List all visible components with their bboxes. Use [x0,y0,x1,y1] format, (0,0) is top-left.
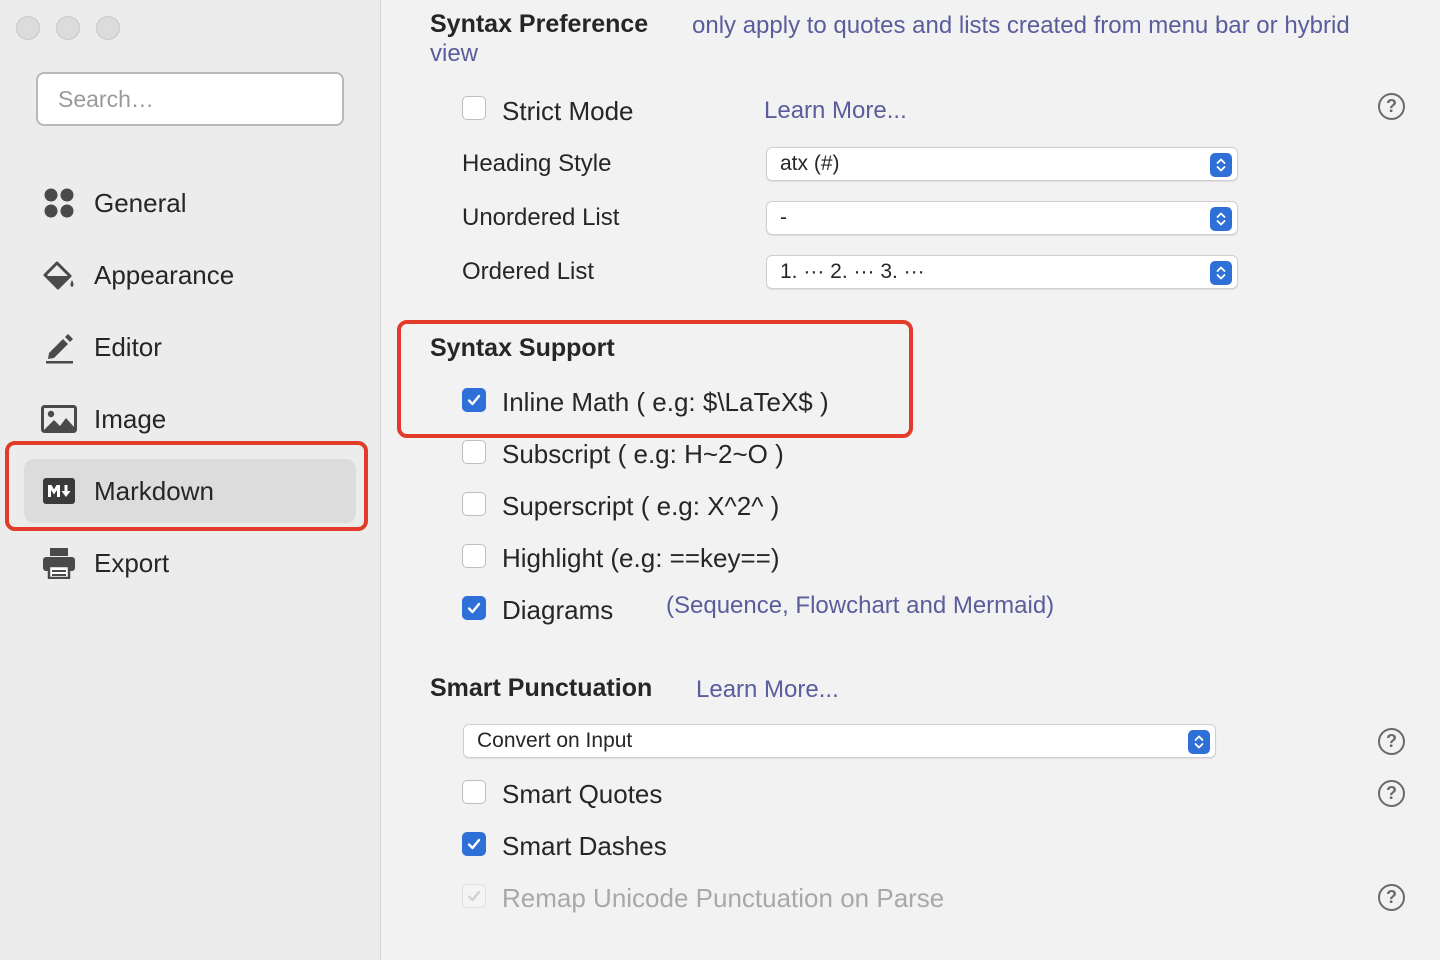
superscript-checkbox[interactable] [462,492,486,516]
smart-quotes-label: Smart Quotes [502,779,663,809]
chevron-updown-icon [1210,261,1232,285]
diagrams-note: (Sequence, Flowchart and Mermaid) [666,592,1055,619]
chevron-updown-icon [1188,730,1210,754]
sidebar-item-label: Export [94,547,170,578]
diagrams-label: Diagrams [502,595,614,625]
smart-punctuation-mode-value: Convert on Input [477,729,633,752]
smart-dashes-checkbox[interactable] [462,832,486,856]
minimize-window-button[interactable] [56,16,80,40]
sidebar-item-editor[interactable]: Editor [24,315,356,379]
ordered-list-value: 1. ··· 2. ··· 3. ··· [780,260,925,283]
sidebar-item-label: Editor [94,331,162,362]
strict-mode-checkbox[interactable] [462,96,486,120]
unordered-list-value: - [780,206,787,229]
smart-quotes-help-icon[interactable]: ? [1378,780,1405,807]
remap-unicode-checkbox [462,884,486,908]
checkmark-icon [467,838,481,850]
smart-punctuation-help-icon[interactable]: ? [1378,728,1405,755]
smart-punctuation-learn-more-link[interactable]: Learn More... [696,676,839,704]
sidebar-item-label: Image [94,403,167,434]
inline-math-checkbox[interactable] [462,388,486,412]
subscript-label: Subscript ( e.g: H~2~O ) [502,439,784,469]
sidebar-item-appearance[interactable]: Appearance [24,243,356,307]
search-input[interactable] [36,72,344,126]
smart-punctuation-mode-select[interactable]: Convert on Input [463,724,1216,758]
checkmark-icon [467,394,481,406]
markdown-settings-panel: Syntax Preference only apply to quotes a… [382,0,1440,960]
checkmark-icon [467,890,481,902]
strict-mode-learn-more-link[interactable]: Learn More... [764,97,907,125]
sidebar-item-general[interactable]: General [24,171,356,235]
pencil-icon [24,330,94,364]
remap-unicode-label: Remap Unicode Punctuation on Parse [502,883,945,913]
heading-style-label: Heading Style [462,150,612,177]
heading-style-value: atx (#) [780,152,840,175]
printer-icon [24,547,94,579]
strict-mode-help-icon[interactable]: ? [1378,93,1405,120]
syntax-preference-note: only apply to quotes and lists created f… [692,12,1350,39]
ordered-list-label: Ordered List [462,258,595,285]
chevron-updown-icon [1210,207,1232,231]
image-icon [24,405,94,433]
highlight-label: Highlight (e.g: ==key==) [502,543,780,573]
checkmark-icon [467,602,481,614]
diagrams-checkbox[interactable] [462,596,486,620]
smart-dashes-label: Smart Dashes [502,831,667,861]
unordered-list-label: Unordered List [462,204,620,231]
syntax-preference-note-cont: view [430,40,479,67]
chevron-updown-icon [1210,153,1232,177]
sidebar-item-label: General [94,187,187,218]
sidebar: General Appearance Editor Image Markdown… [0,0,381,960]
close-window-button[interactable] [16,16,40,40]
zoom-window-button[interactable] [96,16,120,40]
remap-unicode-help-icon[interactable]: ? [1378,884,1405,911]
strict-mode-label: Strict Mode [502,96,634,126]
syntax-support-title: Syntax Support [430,334,615,362]
unordered-list-select[interactable]: - [766,201,1238,235]
window-controls [16,16,120,40]
sidebar-item-label: Markdown [94,475,214,506]
sidebar-item-markdown[interactable]: Markdown [24,459,356,523]
sidebar-item-export[interactable]: Export [24,531,356,595]
highlight-checkbox[interactable] [462,544,486,568]
inline-math-label: Inline Math ( e.g: $\LaTeX$ ) [502,387,829,417]
smart-quotes-checkbox[interactable] [462,780,486,804]
subscript-checkbox[interactable] [462,440,486,464]
superscript-label: Superscript ( e.g: X^2^ ) [502,491,780,521]
sidebar-item-label: Appearance [94,259,235,290]
grid-icon [24,187,94,219]
sidebar-item-image[interactable]: Image [24,387,356,451]
markdown-icon [24,478,94,504]
paint-bucket-icon [24,258,94,292]
syntax-preference-title: Syntax Preference [430,10,649,38]
heading-style-select[interactable]: atx (#) [766,147,1238,181]
ordered-list-select[interactable]: 1. ··· 2. ··· 3. ··· [766,255,1238,289]
smart-punctuation-title: Smart Punctuation [430,674,653,702]
